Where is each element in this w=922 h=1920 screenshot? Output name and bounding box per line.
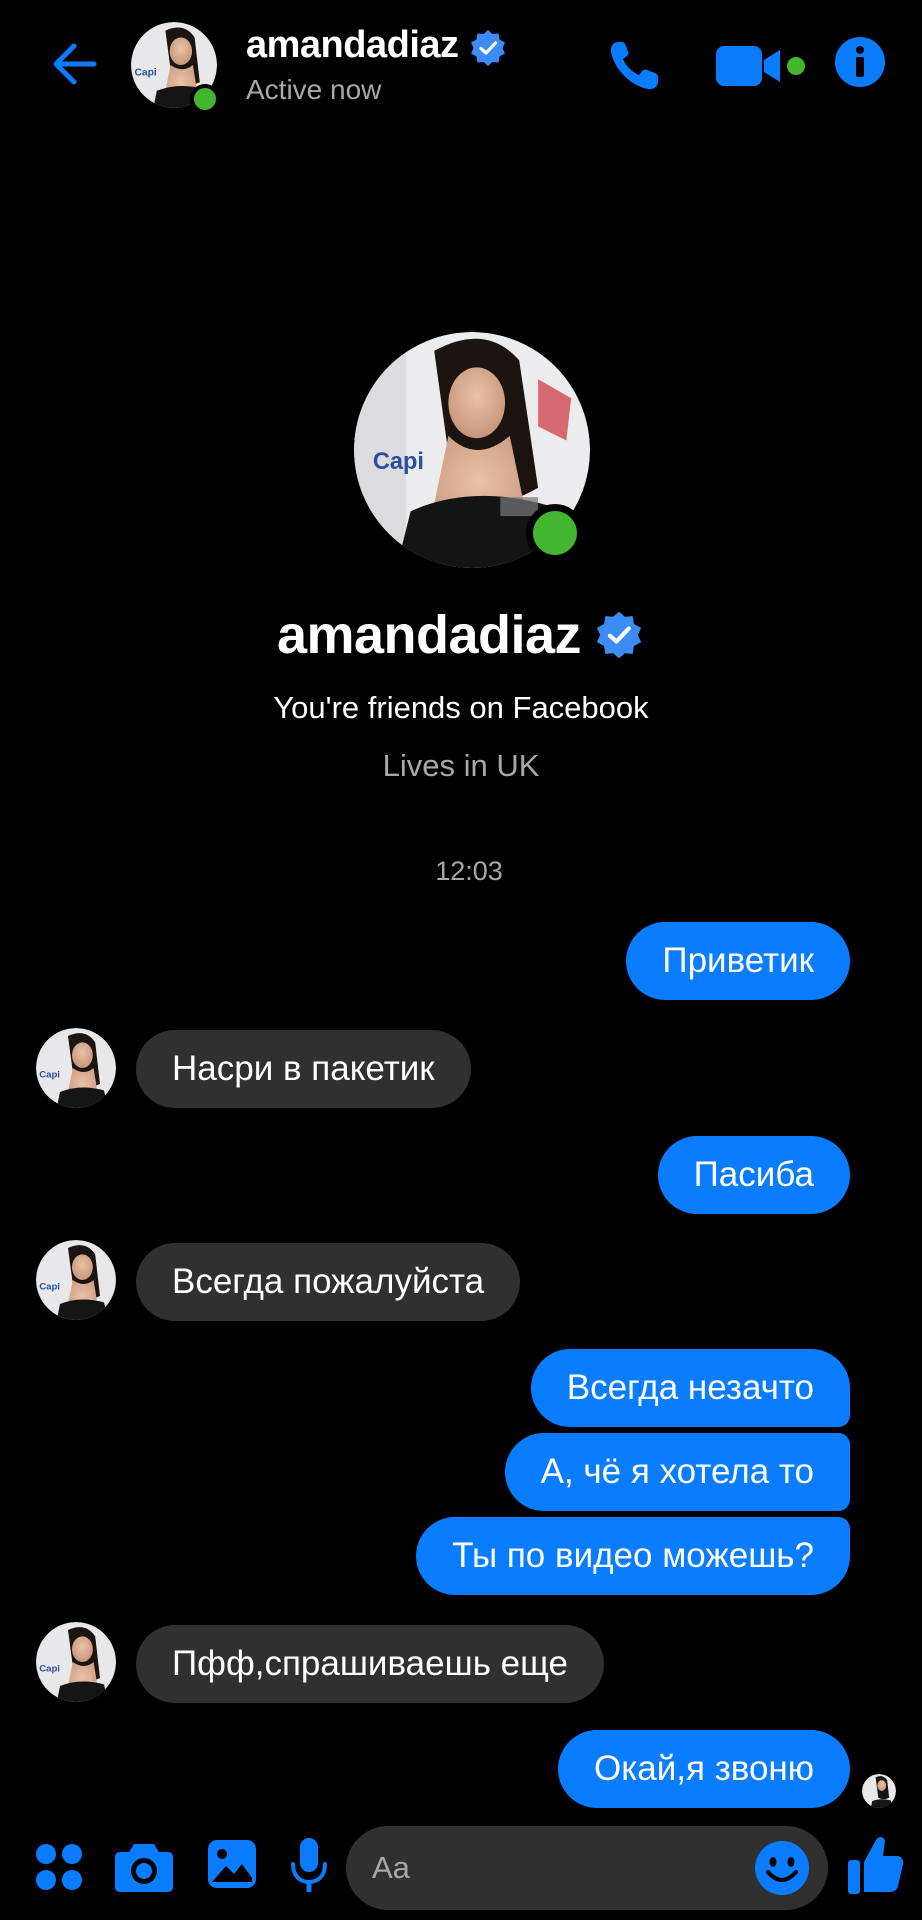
emoji-icon[interactable] — [754, 1840, 810, 1896]
incoming-message[interactable]: Всегда пожалуйста — [136, 1243, 521, 1321]
microphone-icon[interactable] — [290, 1836, 328, 1896]
camera-icon[interactable] — [114, 1840, 174, 1894]
outgoing-message[interactable]: Окай,я звоню — [557, 1730, 850, 1808]
outgoing-message[interactable]: Приветик — [626, 922, 850, 1000]
avatar: Capi — [36, 1622, 116, 1702]
svg-text:Capi: Capi — [134, 67, 156, 78]
verified-badge-icon — [471, 30, 505, 66]
profile-name: amandadiaz — [276, 605, 582, 665]
avatar: Capi — [36, 1240, 116, 1320]
avatar: Capi — [36, 1028, 116, 1108]
info-icon[interactable] — [834, 36, 886, 88]
svg-text:Capi: Capi — [39, 1070, 60, 1081]
contact-name[interactable]: amandadiaz — [246, 24, 459, 67]
input-placeholder: Aa — [372, 1850, 410, 1885]
svg-text:Capi: Capi — [39, 1282, 60, 1293]
gallery-icon[interactable] — [206, 1838, 258, 1890]
message-composer: Aa — [0, 1822, 922, 1920]
friends-status: You're friends on Facebook — [273, 690, 649, 725]
message-input[interactable]: Aa — [346, 1826, 828, 1910]
online-indicator — [190, 84, 220, 114]
outgoing-message[interactable]: Пасиба — [657, 1136, 850, 1214]
phone-icon[interactable] — [604, 36, 664, 96]
video-camera-icon[interactable] — [714, 44, 810, 88]
message-timestamp: 12:03 — [435, 856, 503, 886]
outgoing-message[interactable]: А, чё я хотела то — [504, 1433, 850, 1511]
profile-name-row: amandadiaz — [0, 604, 922, 666]
outgoing-message[interactable]: Ты по видео можешь? — [416, 1517, 850, 1595]
online-indicator — [526, 504, 584, 562]
verified-badge-icon — [596, 611, 642, 659]
apps-grid-icon[interactable] — [34, 1842, 84, 1892]
active-status: Active now — [246, 74, 382, 105]
svg-text:Capi: Capi — [373, 448, 424, 474]
svg-text:Capi: Capi — [39, 1664, 60, 1675]
outgoing-message[interactable]: Всегда незачто — [530, 1349, 850, 1427]
chat-header: Capi amandadiaz Active now — [0, 0, 922, 134]
incoming-message[interactable]: Насри в пакетик — [136, 1030, 471, 1108]
thumbs-up-icon[interactable] — [846, 1834, 904, 1896]
back-arrow-icon[interactable] — [44, 36, 100, 92]
seen-receipt-avatar — [862, 1774, 896, 1808]
incoming-message[interactable]: Пфф,спрашиваешь еще — [136, 1625, 604, 1703]
location-info: Lives in UK — [382, 748, 540, 783]
